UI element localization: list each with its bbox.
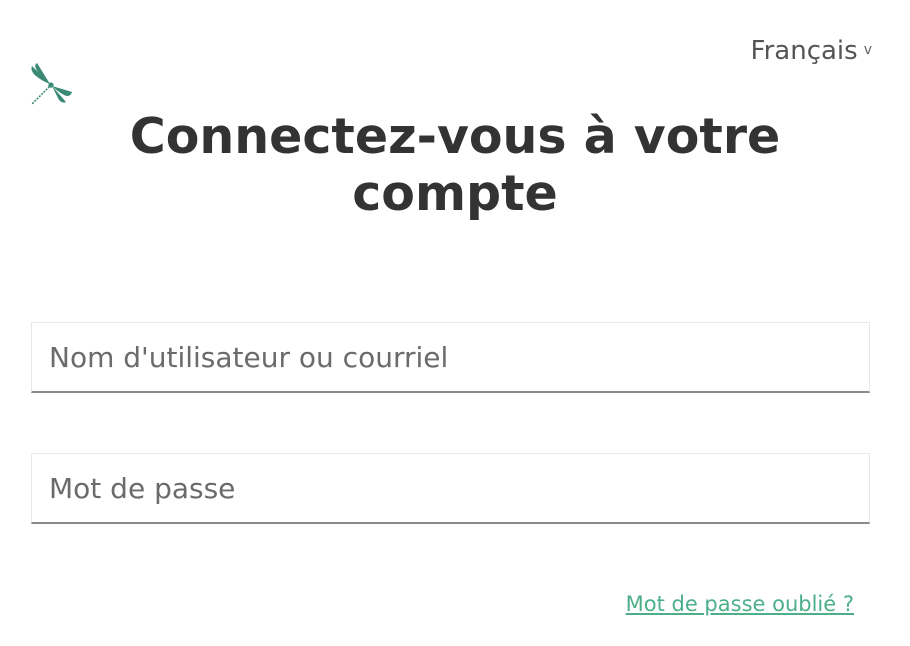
username-input[interactable] [32,323,869,391]
password-field [31,453,870,524]
chevron-down-icon: v [863,42,872,58]
password-input[interactable] [32,454,869,522]
page-title-line2: compte [352,165,558,222]
dragonfly-icon [28,62,74,108]
username-field [31,322,870,393]
forgot-password-link[interactable]: Mot de passe oublié ? [626,592,854,616]
login-page: Français v Connectez-vous à votre compte… [0,0,910,646]
language-selector[interactable]: Français v [751,36,872,66]
page-title: Connectez-vous à votre compte [60,108,850,222]
page-title-line1: Connectez-vous à votre [129,108,781,165]
language-label: Français [750,36,858,66]
